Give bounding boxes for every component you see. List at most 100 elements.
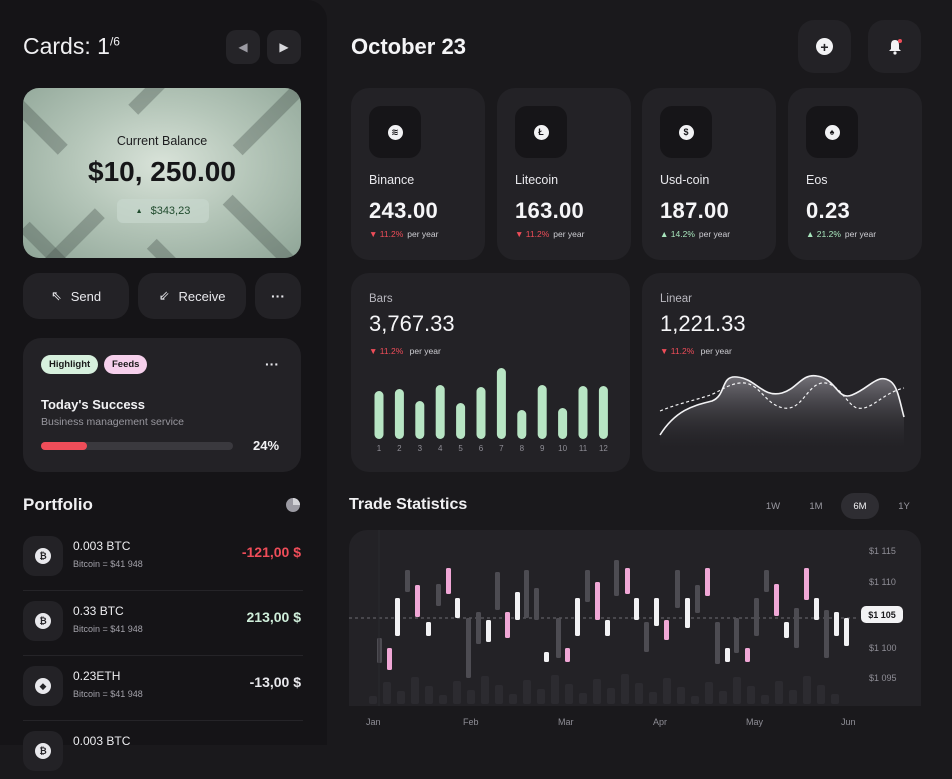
stat-card-eos[interactable]: ♠ Eos 0.23 ▲ 21.2% per year (788, 88, 922, 260)
receive-button[interactable]: ⇙ Receive (138, 273, 246, 319)
stat-card-usd-coin[interactable]: $ Usd-coin 187.00 ▲ 14.2% per year (642, 88, 776, 260)
bar (415, 401, 425, 439)
trade-chart-card: $1 105 (349, 530, 921, 706)
stat-change-value: 21.2% (816, 229, 841, 239)
period-6m-button[interactable]: 6M (841, 493, 879, 519)
usd-coin-icon: $ (660, 106, 712, 158)
highlight-card: Highlight Feeds ··· Today's Success Busi… (23, 338, 301, 472)
volume-bar (593, 679, 601, 704)
bar (537, 385, 547, 439)
plus-icon: + (816, 38, 833, 55)
more-icon: ··· (271, 288, 285, 304)
current-price-badge: $1 105 (861, 606, 903, 623)
candle (685, 598, 690, 628)
bar-label: 7 (499, 444, 504, 453)
stat-name: Usd-coin (660, 173, 710, 187)
bars-chart: 1 2 3 4 5 6 7 8 9 10 11 12 (374, 368, 608, 453)
highlight-title: Today's Success (41, 397, 146, 412)
stat-change: ▲ 14.2% per year (660, 229, 730, 239)
add-button[interactable]: + (798, 20, 851, 73)
volume-bar (439, 695, 447, 704)
previous-card-button[interactable]: ◀ (226, 30, 260, 64)
candle (565, 648, 570, 662)
stat-change: ▲ 21.2% per year (806, 229, 876, 239)
notification-button[interactable] (868, 20, 921, 73)
candle (804, 568, 809, 600)
volume-bar (537, 689, 545, 704)
highlight-more-button[interactable]: ··· (265, 356, 279, 372)
candle (595, 582, 600, 620)
volume-bar (369, 696, 377, 704)
binance-icon: ≋ (369, 106, 421, 158)
candle (764, 570, 769, 592)
portfolio-item[interactable]: ₿ 0.003 BTC (23, 723, 303, 779)
period-1y-button[interactable]: 1Y (890, 493, 918, 519)
candle (784, 622, 789, 638)
y-axis-label: $1 100 (869, 643, 897, 653)
candle (556, 618, 561, 658)
arrow-down-left-icon: ⇙ (158, 288, 170, 303)
candle (625, 568, 630, 594)
divider (23, 590, 303, 591)
coin-icon-box: ◆ (23, 666, 63, 706)
stat-value: 243.00 (369, 198, 439, 223)
bar-label: 10 (558, 444, 567, 453)
period-1w-button[interactable]: 1W (758, 493, 788, 519)
balance-amount: $10, 250.00 (88, 156, 236, 187)
candle (634, 598, 639, 620)
highlight-tag[interactable]: Highlight (41, 355, 99, 374)
stat-name: Binance (369, 173, 415, 187)
stat-name: Eos (806, 173, 828, 187)
coin-glyph: Ł (533, 124, 549, 140)
volume-bar (621, 674, 629, 704)
volume-bar (481, 676, 489, 704)
bar (517, 410, 527, 439)
volume-bar (705, 682, 713, 704)
portfolio-amount: 0.33 BTC (73, 604, 124, 618)
bar (598, 386, 608, 439)
next-card-button[interactable]: ▶ (267, 30, 301, 64)
volume-bar (453, 681, 461, 704)
portfolio-item[interactable]: ₿ 0.33 BTC Bitcoin = $41 948 213,00 $ (23, 593, 303, 656)
candle (605, 620, 610, 636)
coin-glyph: ≋ (387, 124, 403, 140)
coin-glyph: $ (678, 124, 694, 140)
pie-chart-icon[interactable] (285, 497, 301, 518)
volume-bar (467, 690, 475, 704)
stat-card-binance[interactable]: ≋ Binance 243.00 ▼ 11.2% per year (351, 88, 485, 260)
period-1m-button[interactable]: 1M (801, 493, 831, 519)
balance-change: $343,23 (150, 205, 191, 217)
bitcoin-icon: ₿ (35, 743, 51, 759)
balance-card[interactable]: Current Balance $10, 250.00 ▲ $343,23 (23, 88, 301, 258)
candle (405, 570, 410, 592)
feeds-tag[interactable]: Feeds (104, 355, 148, 374)
stat-value: 163.00 (515, 198, 585, 223)
bars-value: 3,767.33 (369, 311, 455, 336)
bar (476, 387, 486, 439)
bar-label: 1 (377, 444, 382, 453)
y-axis-label: $1 110 (869, 577, 896, 587)
volume-bar (789, 690, 797, 704)
volume-bar (747, 686, 755, 704)
chevron-right-icon: ▶ (279, 40, 289, 54)
cards-title: Cards: 1/6 (23, 33, 120, 60)
candle (524, 570, 529, 618)
volume-bar (509, 694, 517, 704)
stat-card-litecoin[interactable]: Ł Litecoin 163.00 ▼ 11.2% per year (497, 88, 631, 260)
triangle-down-icon: ▼ (369, 229, 380, 239)
candle (486, 620, 491, 642)
candle (824, 610, 829, 658)
send-button[interactable]: ⇖ Send (23, 273, 129, 319)
candle (734, 618, 739, 653)
x-axis-label: Jun (841, 717, 856, 727)
stat-value: 0.23 (806, 198, 851, 223)
coin-icon-box: ₿ (23, 601, 63, 641)
more-actions-button[interactable]: ··· (255, 273, 301, 319)
volume-bar (691, 696, 699, 704)
stat-change-period: per year (844, 229, 877, 239)
portfolio-item[interactable]: ◆ 0.23ETH Bitcoin = $41 948 -13,00 $ (23, 658, 303, 721)
bar-label: 9 (540, 444, 545, 453)
portfolio-item[interactable]: ₿ 0.003 BTC Bitcoin = $41 948 -121,00 $ (23, 528, 303, 591)
candle (446, 568, 451, 594)
volume-bar (803, 676, 811, 704)
